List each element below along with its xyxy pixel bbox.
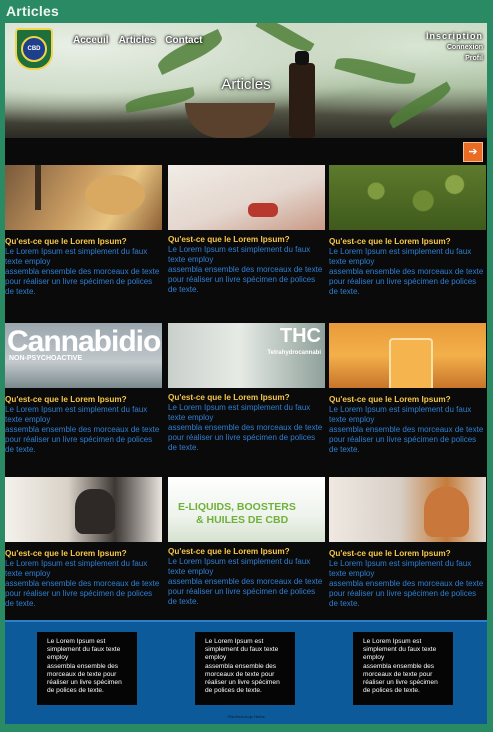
article-excerpt: Le Lorem Ipsum est simplement du faux te… [5,247,160,296]
article-excerpt: Le Lorem Ipsum est simplement du faux te… [5,559,160,608]
article-thumbnail[interactable]: E-LIQUIDS, BOOSTERS & HUILES DE CBD [168,477,325,542]
article-card[interactable]: Cannabidiol NON-PSYCHOACTIVE Qu'est-ce q… [5,323,162,455]
non-psychoactive-overlay: NON-PSYCHOACTIVE [9,355,83,362]
article-thumbnail[interactable] [329,477,486,542]
article-card[interactable]: Qu'est-ce que le Lorem Ipsum? Le Lorem I… [5,477,162,609]
cbd-logo-emblem: CBD [21,36,47,62]
nav-link-articles[interactable]: Articles [119,35,156,46]
article-title[interactable]: Qu'est-ce que le Lorem Ipsum? [5,237,162,247]
page-heading: Articles [6,3,59,19]
article-title[interactable]: Qu'est-ce que le Lorem Ipsum? [5,549,162,559]
cbd-logo[interactable]: CBD [15,28,53,70]
main-nav: Acceuil Articles Contact [73,35,203,46]
eliquids-overlay-line1: E-LIQUIDS, BOOSTERS [178,501,296,513]
profile-link[interactable]: Profil [426,53,483,64]
article-title[interactable]: Qu'est-ce que le Lorem Ipsum? [329,237,486,247]
article-title[interactable]: Qu'est-ce que le Lorem Ipsum? [5,395,162,405]
account-links: Inscription Connexion Profil [426,31,483,64]
eliquids-overlay-line2: & HUILES DE CBD [196,514,289,526]
next-page-button[interactable]: ➔ [463,142,483,162]
nav-link-home[interactable]: Acceuil [73,35,109,46]
nav-link-contact[interactable]: Contact [165,35,202,46]
login-link[interactable]: Connexion [426,42,483,53]
site-frame: CBD Acceuil Articles Contact Inscription… [5,23,487,724]
signup-link[interactable]: Inscription [426,31,483,42]
article-card[interactable]: Qu'est-ce que le Lorem Ipsum? Le Lorem I… [329,477,486,609]
article-thumbnail[interactable] [5,165,162,230]
article-excerpt: Le Lorem Ipsum est simplement du faux te… [329,405,484,454]
article-title[interactable]: Qu'est-ce que le Lorem Ipsum? [329,395,486,405]
article-thumbnail[interactable]: Cannabidiol NON-PSYCHOACTIVE [5,323,162,388]
cannabidiol-overlay: Cannabidiol [7,325,162,358]
article-card[interactable]: Qu'est-ce que le Lorem Ipsum? Le Lorem I… [329,323,486,455]
site-footer: Le Lorem Ipsum est simplement du faux te… [5,620,487,724]
article-card[interactable]: Qu'est-ce que le Lorem Ipsum? Le Lorem I… [5,165,162,297]
article-title[interactable]: Qu'est-ce que le Lorem Ipsum? [168,235,325,245]
article-thumbnail[interactable] [329,165,486,230]
article-excerpt: Le Lorem Ipsum est simplement du faux te… [5,405,160,454]
thc-overlay: THC [279,325,321,347]
article-title[interactable]: Qu'est-ce que le Lorem Ipsum? [168,393,325,403]
article-card[interactable]: Qu'est-ce que le Lorem Ipsum? Le Lorem I… [168,165,325,295]
hero-banner: CBD Acceuil Articles Contact Inscription… [5,23,487,138]
footer-text-box: Le Lorem Ipsum est simplement du faux te… [195,632,295,705]
article-excerpt: Le Lorem Ipsum est simplement du faux te… [329,559,484,608]
article-excerpt: Le Lorem Ipsum est simplement du faux te… [168,557,323,606]
footer-text-box: Le Lorem Ipsum est simplement du faux te… [353,632,453,705]
article-thumbnail[interactable] [329,323,486,388]
article-title[interactable]: Qu'est-ce que le Lorem Ipsum? [329,549,486,559]
article-title[interactable]: Qu'est-ce que le Lorem Ipsum? [168,547,325,557]
copyright-text: ©NoHerLmojo Herbs [227,714,265,719]
article-thumbnail[interactable] [168,165,325,230]
thc-subtitle-overlay: Tetrahydrocannabi [267,350,321,356]
article-card[interactable]: THC Tetrahydrocannabi Qu'est-ce que le L… [168,323,325,453]
article-thumbnail[interactable]: THC Tetrahydrocannabi [168,323,325,388]
article-card[interactable]: E-LIQUIDS, BOOSTERS & HUILES DE CBD Qu'e… [168,477,325,607]
hero-title: Articles [221,76,271,93]
article-card[interactable]: Qu'est-ce que le Lorem Ipsum? Le Lorem I… [329,165,486,297]
arrow-right-icon: ➔ [468,145,478,158]
article-excerpt: Le Lorem Ipsum est simplement du faux te… [168,403,323,452]
article-thumbnail[interactable] [5,477,162,542]
article-excerpt: Le Lorem Ipsum est simplement du faux te… [329,247,484,296]
article-excerpt: Le Lorem Ipsum est simplement du faux te… [168,245,323,294]
footer-text-box: Le Lorem Ipsum est simplement du faux te… [37,632,137,705]
